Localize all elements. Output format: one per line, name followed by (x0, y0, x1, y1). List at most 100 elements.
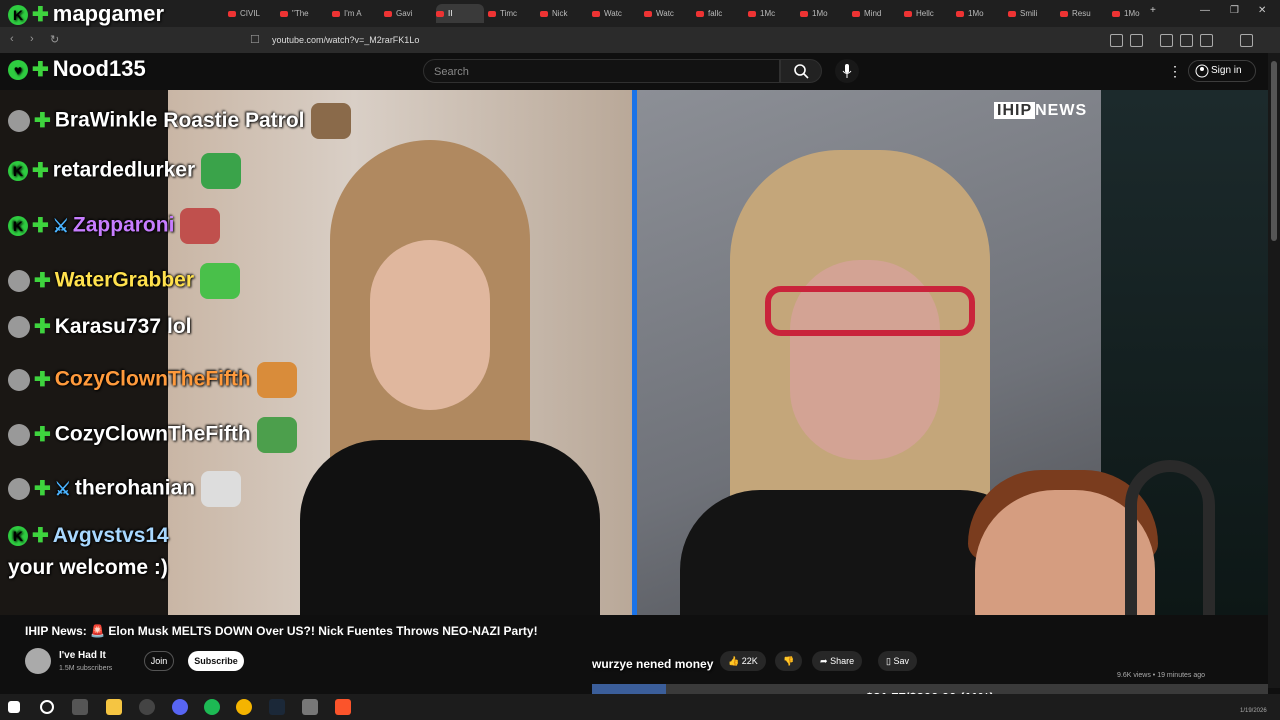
browser-tab[interactable]: Hellc (904, 4, 952, 23)
video-info: IHIP News: 🚨 Elon Musk MELTS DOWN Over U… (0, 615, 1268, 688)
tab-favicon-icon (1008, 10, 1016, 17)
browser-tab[interactable]: 1Mc (748, 4, 796, 23)
browser-tab[interactable]: fallc (696, 4, 744, 23)
like-button[interactable]: 👍 22K (720, 651, 766, 671)
dislike-button[interactable]: 👎 (775, 651, 803, 671)
browser-tab[interactable]: Gavi (384, 4, 432, 23)
view-count: 9.6K views • 19 minutes ago (1117, 672, 1206, 679)
steam-icon[interactable] (269, 699, 285, 715)
browser-tab[interactable]: I'm A (332, 4, 380, 23)
search-icon[interactable] (40, 700, 54, 714)
app-icon[interactable] (302, 699, 318, 715)
wallet-icon[interactable] (1200, 34, 1213, 47)
tab-label: fallc (708, 9, 723, 18)
spotify-icon[interactable] (204, 699, 220, 715)
kick-badge-icon: K (8, 5, 28, 26)
tab-favicon-icon (540, 10, 548, 17)
url-field[interactable]: youtube.com/watch?v=_M2rarFK1Lo (272, 30, 992, 50)
plus-badge-icon: ✚ (34, 369, 51, 391)
plus-badge-icon: ✚ (32, 215, 49, 237)
browser-tab[interactable]: CIVIL (228, 4, 276, 23)
tab-label: Watc (656, 9, 674, 18)
tab-favicon-icon (644, 10, 652, 17)
chat-username: Zapparoni (72, 213, 175, 237)
chat-emote (310, 103, 351, 139)
reload-icon[interactable]: ↻ (50, 33, 59, 46)
maximize-icon[interactable]: ❐ (1230, 5, 1239, 16)
browser-tab[interactable]: Timc (488, 4, 536, 23)
tab-label: 1Mo (968, 9, 984, 18)
file-explorer-icon[interactable] (106, 699, 122, 715)
chat-emote (256, 417, 297, 453)
tab-label: Smili (1020, 9, 1038, 18)
tab-label: 1Mo (812, 9, 828, 18)
extension-icon[interactable] (1110, 34, 1123, 47)
browser-tab[interactable]: Nick (540, 4, 588, 23)
tab-favicon-icon (1060, 10, 1068, 17)
browser-tab[interactable]: Watc (592, 4, 640, 23)
browser-tab[interactable]: Mind (852, 4, 900, 23)
browser-tab[interactable]: "The (280, 4, 328, 23)
chat-line: ✚ Karasu737 lol (8, 312, 192, 342)
chrome-icon[interactable] (236, 699, 252, 715)
tab-favicon-icon (384, 10, 392, 17)
chat-line: ✚ CozyClownTheFifth (8, 417, 297, 453)
browser-tab[interactable]: 1Mo (956, 4, 1004, 23)
tab-label: Timc (500, 9, 518, 18)
logo-text: NEWS (1035, 102, 1088, 119)
more-options-icon[interactable]: ⋮ (1168, 63, 1182, 80)
join-button[interactable]: Join (144, 651, 174, 671)
search-button[interactable] (780, 59, 822, 83)
extension-icon[interactable] (1130, 34, 1143, 47)
share-button[interactable]: ➦ Share (812, 651, 863, 671)
back-icon[interactable]: ‹ (10, 33, 14, 45)
task-view-icon[interactable] (72, 699, 88, 715)
tab-label: Gavi (396, 9, 413, 18)
chat-username: CozyClownTheFifth (54, 422, 251, 446)
media-icon[interactable] (1160, 34, 1173, 47)
account-icon (1195, 64, 1209, 78)
guest-left-face (370, 240, 490, 410)
browser-tab[interactable]: Smili (1008, 4, 1056, 23)
chat-username: CozyClownTheFifth (54, 367, 251, 391)
plus-badge-icon: ✚ (34, 316, 51, 339)
browser-tab[interactable]: 1Mo (800, 4, 848, 23)
channel-name[interactable]: I've Had It (59, 650, 106, 661)
windows-start-icon[interactable] (8, 701, 20, 713)
tab-label: Nick (552, 9, 568, 18)
sign-in-button[interactable]: Sign in (1188, 60, 1256, 82)
chat-line: K ✚ Avgvstvs14 (8, 521, 169, 551)
tab-label: CIVIL (240, 9, 261, 18)
tab-favicon-icon (280, 10, 288, 17)
save-label: Sav (893, 656, 909, 666)
tab-label: Mind (864, 9, 882, 18)
chat-line: K ✚ ⚔ Zapparoni (8, 208, 221, 244)
minimize-icon[interactable]: — (1200, 5, 1210, 16)
channel-avatar[interactable] (25, 648, 51, 674)
discord-icon[interactable] (172, 699, 188, 715)
forward-icon[interactable]: › (30, 33, 34, 45)
chat-line: ✚ ⚔ therohanian (8, 471, 242, 507)
new-tab-button[interactable]: + (1150, 5, 1156, 16)
plus-badge-icon: ✚ (34, 478, 51, 500)
subscribe-button[interactable]: Subscribe (188, 651, 244, 671)
chat-username: Karasu737 (54, 315, 162, 338)
brave-icon[interactable] (335, 699, 351, 715)
browser-tab[interactable]: Watc (644, 4, 692, 23)
bookmark-icon[interactable]: ☐ (250, 33, 260, 46)
obs-icon[interactable] (139, 699, 155, 715)
save-button[interactable]: ▯ Sav (878, 651, 917, 671)
tab-label: "The (292, 9, 309, 18)
page-scrollbar[interactable] (1268, 53, 1280, 688)
close-icon[interactable]: ✕ (1258, 5, 1266, 16)
address-bar-row: ‹ › ↻ ☐ youtube.com/watch?v=_M2rarFK1Lo (0, 27, 1280, 53)
menu-icon[interactable] (1240, 34, 1253, 47)
browser-tab[interactable]: Resu (1060, 4, 1108, 23)
voice-search-button[interactable] (835, 59, 859, 83)
tab-label: Resu (1072, 9, 1091, 18)
sidebar-icon[interactable] (1180, 34, 1193, 47)
chat-emote (180, 208, 221, 244)
search-input[interactable]: Search (423, 59, 780, 83)
browser-tab[interactable]: II (436, 4, 484, 23)
scrollbar-thumb[interactable] (1271, 61, 1277, 241)
